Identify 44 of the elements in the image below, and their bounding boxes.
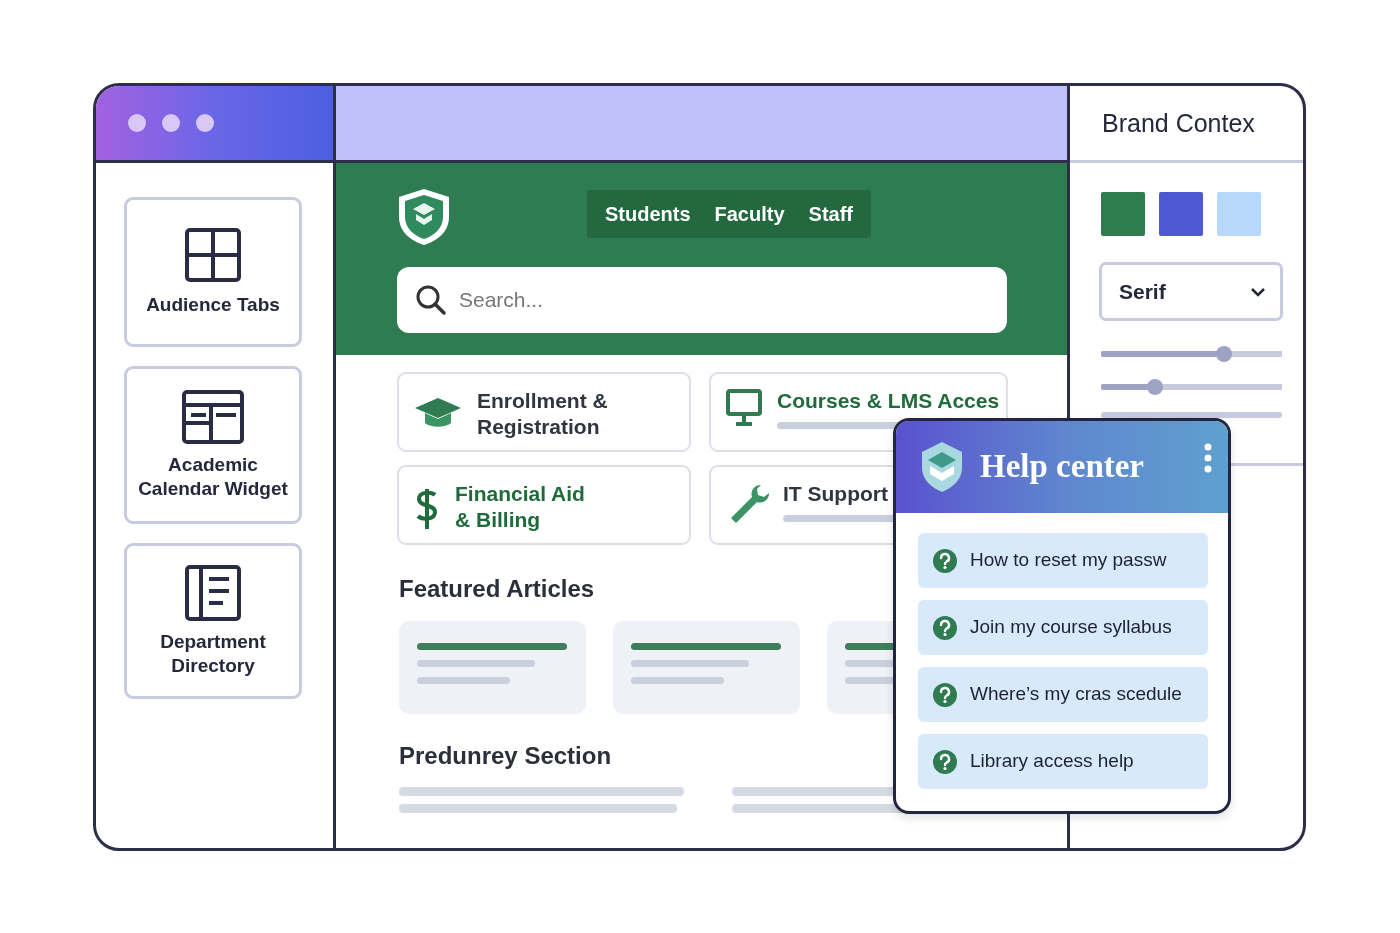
help-question[interactable]: Where’s my cras scedule (918, 667, 1208, 722)
question-icon (932, 748, 958, 775)
widget-label: Audience Tabs (146, 293, 280, 317)
section-heading: Predunrey Section (399, 741, 612, 771)
audience-tab[interactable]: Students (592, 190, 703, 238)
chevron-down-icon (1250, 286, 1266, 297)
service-card[interactable]: Financial Aid & Billing (397, 465, 691, 545)
color-swatch[interactable] (1101, 192, 1145, 236)
shield-logo-icon (920, 440, 964, 494)
directory-icon (184, 564, 242, 623)
help-question[interactable]: Library access help (918, 734, 1208, 789)
help-question[interactable]: Join my course syllabus (918, 600, 1208, 655)
search-icon (415, 284, 447, 316)
question-icon (932, 547, 958, 574)
slider-thumb[interactable] (1216, 346, 1233, 362)
section-heading: Featured Articles (399, 575, 595, 604)
shield-logo-icon (397, 187, 451, 247)
question-icon (932, 681, 958, 708)
widget-card[interactable]: Department Directory (124, 543, 302, 699)
color-swatch[interactable] (1159, 192, 1203, 236)
window-dot-icon[interactable] (128, 114, 146, 132)
calendar-widget-icon (181, 389, 245, 446)
service-label: IT Support (783, 481, 889, 507)
service-label: Courses & LMS Acces (777, 388, 1000, 414)
question-icon (932, 614, 958, 641)
search-bar[interactable]: Search... (397, 267, 1007, 333)
kebab-menu-icon[interactable] (1204, 443, 1212, 473)
audience-tab[interactable]: Staff (796, 190, 865, 238)
service-card[interactable]: Enrollment & Registration (397, 372, 691, 452)
audience-tab[interactable]: Faculty (702, 190, 797, 238)
widget-card[interactable]: Academic Calendar Widget (124, 366, 302, 524)
widget-label: Department Directory (159, 630, 267, 678)
help-question[interactable]: How to reset my passw (918, 533, 1208, 588)
panel-title: Brand Contex (1070, 86, 1303, 163)
service-label: Enrollment & Registration (477, 388, 609, 441)
service-label: Financial Aid & Billing (455, 481, 586, 534)
font-dropdown[interactable]: Serif (1099, 262, 1283, 321)
widget-label: Academic Calendar Widget (137, 453, 289, 501)
window-dot-icon[interactable] (196, 114, 214, 132)
color-swatch[interactable] (1217, 192, 1261, 236)
slider-thumb[interactable] (1147, 379, 1164, 395)
window-dot-icon[interactable] (162, 114, 180, 132)
monitor-icon (725, 388, 763, 426)
widget-card[interactable]: Audience Tabs (124, 197, 302, 347)
